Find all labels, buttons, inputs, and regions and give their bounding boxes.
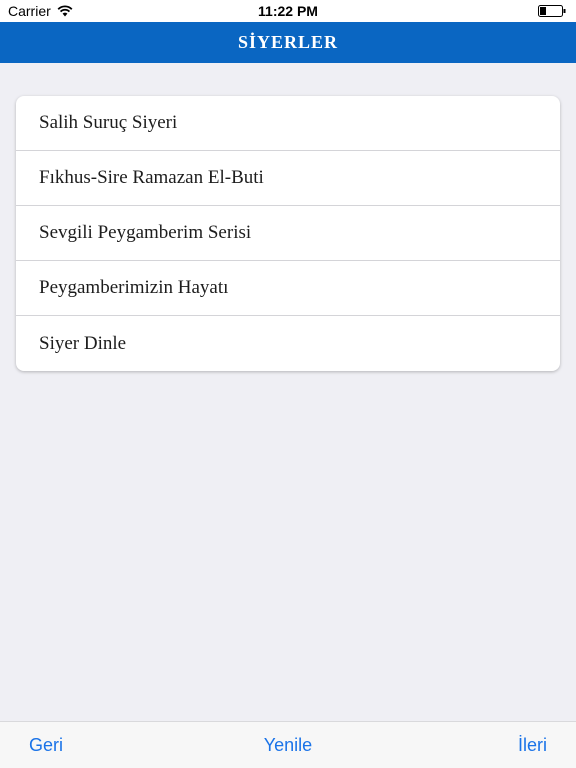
forward-button[interactable]: İleri	[518, 735, 547, 756]
battery-icon	[538, 5, 566, 17]
list-item[interactable]: Siyer Dinle	[16, 316, 560, 371]
status-bar: Carrier 11:22 PM	[0, 0, 576, 22]
status-time: 11:22 PM	[258, 3, 318, 19]
list-item-label: Siyer Dinle	[39, 332, 127, 354]
bottom-toolbar: Geri Yenile İleri	[0, 721, 576, 768]
list-item[interactable]: Sevgili Peygamberim Serisi	[16, 206, 560, 261]
list-item-label: Sevgili Peygamberim Serisi	[39, 222, 252, 243]
list-item-label: Peygamberimizin Hayatı	[39, 277, 229, 298]
navigation-bar: SİYERLER	[0, 22, 576, 63]
list-item[interactable]: Fıkhus-Sire Ramazan El-Buti	[16, 151, 560, 206]
list-item[interactable]: Salih Suruç Siyeri	[16, 96, 560, 151]
page-title: SİYERLER	[237, 32, 339, 52]
list-item-label: Salih Suruç Siyeri	[39, 112, 178, 133]
refresh-button[interactable]: Yenile	[0, 735, 576, 756]
list-item[interactable]: Peygamberimizin Hayatı	[16, 261, 560, 316]
siyer-list: Salih Suruç Siyeri Fıkhus-Sire Ramazan E…	[16, 96, 560, 371]
list-item-label: Fıkhus-Sire Ramazan El-Buti	[39, 167, 264, 188]
